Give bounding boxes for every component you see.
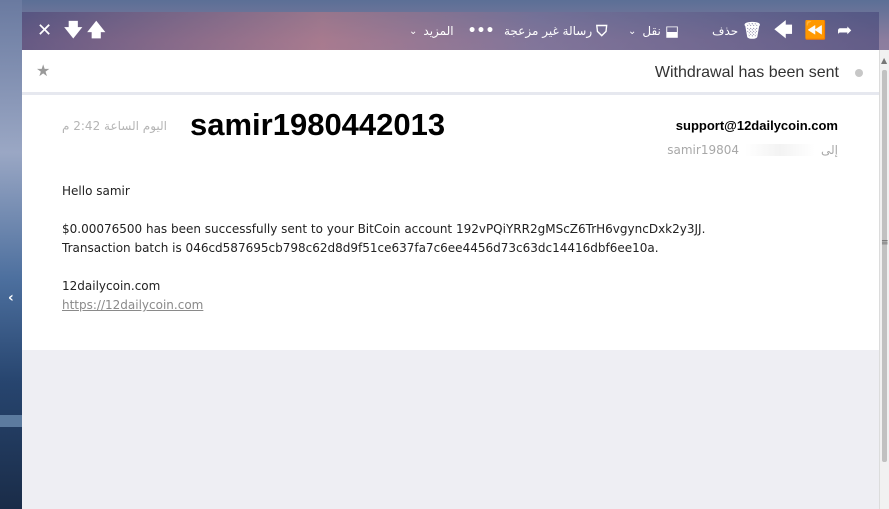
reply-button[interactable]: 🡄: [774, 12, 793, 50]
shield-icon: ⛉: [596, 21, 608, 40]
recipient-address[interactable]: samir19804: [667, 143, 739, 157]
forward-button[interactable]: ➦: [837, 12, 852, 50]
more-label: المزيد: [423, 24, 454, 38]
transaction-text: Transaction batch is 046cd587695cb798c62…: [62, 241, 659, 255]
message-date: اليوم الساعة 2:42 م: [62, 119, 168, 133]
reading-pane-background: [22, 350, 879, 509]
reply-icon: 🡄: [774, 20, 793, 41]
payment-text: $0.00076500 has been successfully sent t…: [62, 222, 706, 236]
close-button[interactable]: ✕: [37, 12, 52, 50]
subject-bar: ★ Withdrawal has been sent: [22, 50, 879, 95]
star-icon[interactable]: ★: [36, 61, 50, 80]
redacted-recipient: [745, 144, 815, 156]
to-label: إلى: [821, 143, 838, 157]
scroll-thumb[interactable]: [882, 70, 887, 462]
move-menu[interactable]: ⌄ نقل ⬓: [626, 12, 679, 50]
chevron-down-icon: ⌄: [628, 25, 637, 37]
reply-all-button[interactable]: ⏪: [804, 12, 826, 50]
scrollbar[interactable]: ▲ ≡: [879, 50, 889, 509]
forward-icon: ➦: [837, 20, 853, 41]
arrow-up-icon: 🡅: [87, 20, 106, 41]
message-body: اليوم الساعة 2:42 م samir1980442013 supp…: [22, 95, 879, 350]
message-toolbar: ✕ 🡇 🡅 ⌄ المزيد ••• رسالة غير مزعجة ⛉ ⌄ ن…: [22, 12, 879, 50]
arrow-down-icon: 🡇: [64, 20, 83, 41]
not-spam-label: رسالة غير مزعجة: [504, 24, 593, 38]
move-to-folder-icon: ⬓: [664, 21, 680, 40]
wallpaper-horizon: [0, 415, 22, 427]
expand-panel-icon[interactable]: ‹: [8, 290, 14, 306]
scroll-up-icon[interactable]: ▲: [881, 56, 887, 65]
reply-all-icon: ⏪: [804, 20, 827, 41]
close-icon: ✕: [37, 20, 53, 41]
message-content: Hello samir $0.00076500 has been success…: [62, 182, 705, 315]
overlay-username: samir1980442013: [190, 107, 446, 142]
more-menu[interactable]: ⌄ المزيد •••: [407, 12, 494, 50]
previous-message-button[interactable]: 🡅: [87, 12, 106, 50]
trash-icon: 🗑: [742, 21, 763, 40]
delete-button[interactable]: حذف 🗑: [708, 12, 762, 50]
site-link[interactable]: https://12dailycoin.com: [62, 298, 203, 312]
sender-address[interactable]: support@12dailycoin.com: [676, 118, 838, 133]
background-wallpaper: ‹: [0, 0, 22, 509]
not-spam-button[interactable]: رسالة غير مزعجة ⛉: [500, 12, 607, 50]
message-subject: Withdrawal has been sent: [654, 64, 839, 81]
recipient-line: samir19804 إلى: [667, 143, 838, 157]
move-label: نقل: [642, 24, 661, 38]
signature-text: 12dailycoin.com: [62, 279, 161, 293]
greeting-text: Hello samir: [62, 184, 130, 198]
ellipsis-icon: •••: [467, 23, 495, 39]
next-message-button[interactable]: 🡇: [64, 12, 83, 50]
delete-label: حذف: [712, 24, 739, 38]
scroll-grip-icon: ≡: [881, 238, 889, 248]
read-status-dot[interactable]: [855, 69, 863, 77]
chevron-down-icon: ⌄: [409, 25, 418, 37]
